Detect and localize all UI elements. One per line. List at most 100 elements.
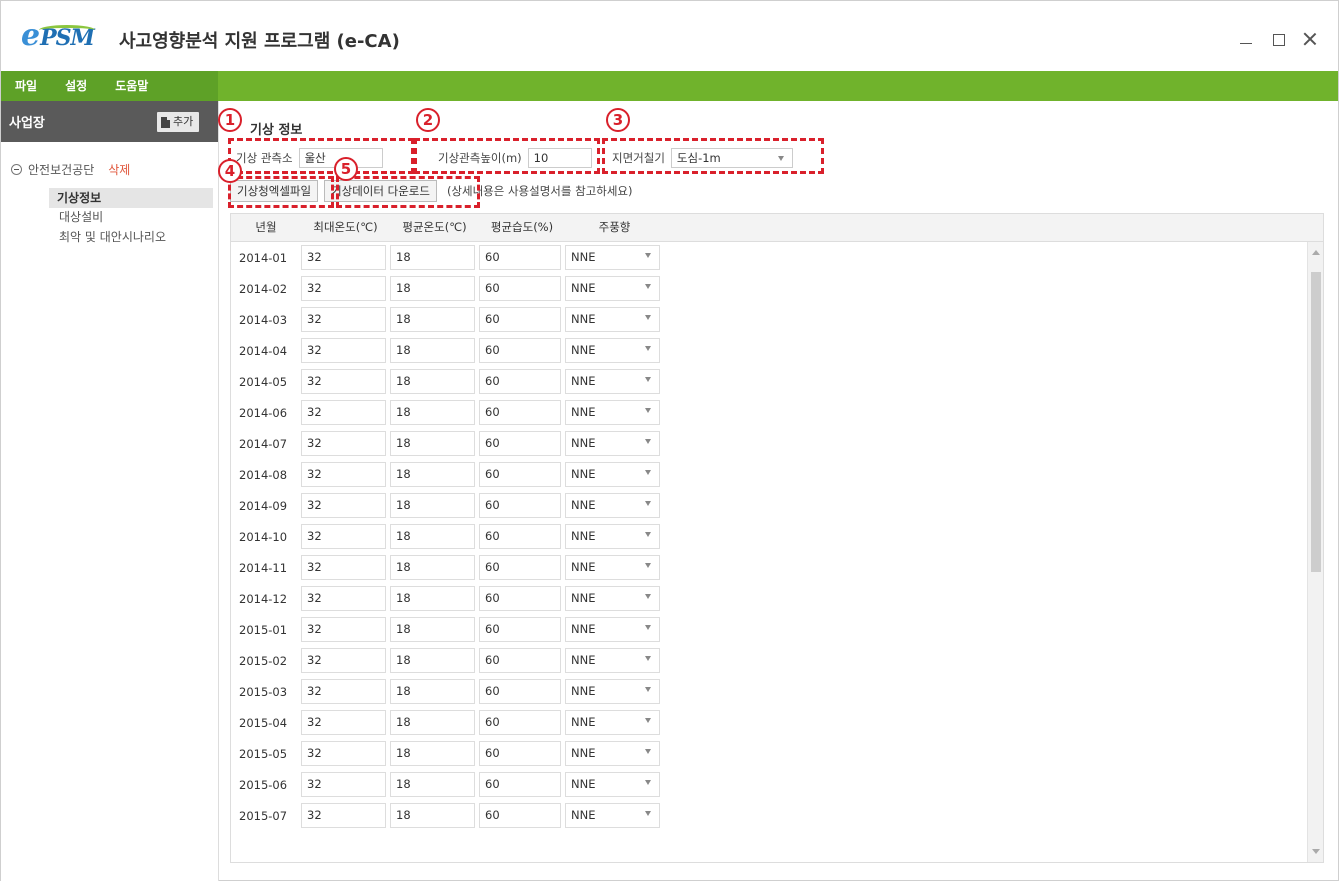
cell-wind-select[interactable]: NNE <box>565 617 660 642</box>
cell-wind-select[interactable]: NNE <box>565 493 660 518</box>
sidebar-item-weather[interactable]: 기상정보 <box>49 188 213 208</box>
cell-wind-select[interactable]: NNE <box>565 369 660 394</box>
scroll-thumb[interactable] <box>1311 272 1321 572</box>
add-button[interactable]: 추가 <box>157 112 200 132</box>
cell-max-temp-input[interactable]: 32 <box>301 741 386 766</box>
cell-humidity-input[interactable]: 60 <box>479 400 561 425</box>
cell-wind-select[interactable]: NNE <box>565 400 660 425</box>
cell-humidity-input[interactable]: 60 <box>479 369 561 394</box>
scroll-up-icon[interactable] <box>1312 250 1320 255</box>
cell-humidity-input[interactable]: 60 <box>479 462 561 487</box>
cell-wind-select[interactable]: NNE <box>565 276 660 301</box>
menu-settings[interactable]: 설정 <box>51 71 101 101</box>
cell-max-temp-input[interactable]: 32 <box>301 617 386 642</box>
cell-max-temp-input[interactable]: 32 <box>301 369 386 394</box>
cell-humidity-input[interactable]: 60 <box>479 493 561 518</box>
cell-max-temp-input[interactable]: 32 <box>301 400 386 425</box>
cell-max-temp-input[interactable]: 32 <box>301 710 386 735</box>
cell-avg-temp-input[interactable]: 18 <box>390 245 475 270</box>
cell-max-temp-input[interactable]: 32 <box>301 803 386 828</box>
cell-avg-temp-input[interactable]: 18 <box>390 710 475 735</box>
cell-max-temp-input[interactable]: 32 <box>301 338 386 363</box>
cell-humidity-input[interactable]: 60 <box>479 338 561 363</box>
scroll-down-icon[interactable] <box>1312 849 1320 854</box>
cell-humidity-input[interactable]: 60 <box>479 555 561 580</box>
cell-avg-temp-input[interactable]: 18 <box>390 648 475 673</box>
cell-wind-select[interactable]: NNE <box>565 648 660 673</box>
sidebar-item-scenario[interactable]: 최악 및 대안시나리오 <box>51 227 174 247</box>
cell-max-temp-input[interactable]: 32 <box>301 772 386 797</box>
cell-avg-temp-input[interactable]: 18 <box>390 431 475 456</box>
cell-max-temp-input[interactable]: 32 <box>301 524 386 549</box>
cell-max-temp-input[interactable]: 32 <box>301 307 386 332</box>
delete-link[interactable]: 삭제 <box>108 161 130 178</box>
cell-wind-select[interactable]: NNE <box>565 586 660 611</box>
collapse-icon[interactable] <box>11 164 22 175</box>
cell-avg-temp-input[interactable]: 18 <box>390 462 475 487</box>
cell-humidity-input[interactable]: 60 <box>479 307 561 332</box>
cell-year-month: 2015-07 <box>239 808 288 823</box>
sidebar-item-equipment[interactable]: 대상설비 <box>51 207 111 227</box>
cell-avg-temp-input[interactable]: 18 <box>390 307 475 332</box>
cell-wind-select[interactable]: NNE <box>565 524 660 549</box>
cell-humidity-input[interactable]: 60 <box>479 741 561 766</box>
cell-avg-temp-input[interactable]: 18 <box>390 369 475 394</box>
cell-wind-select[interactable]: NNE <box>565 741 660 766</box>
cell-humidity-input[interactable]: 60 <box>479 772 561 797</box>
cell-max-temp-input[interactable]: 32 <box>301 555 386 580</box>
cell-wind-select[interactable]: NNE <box>565 772 660 797</box>
cell-max-temp-input[interactable]: 32 <box>301 493 386 518</box>
cell-wind-select[interactable]: NNE <box>565 679 660 704</box>
cell-humidity-input[interactable]: 60 <box>479 648 561 673</box>
cell-avg-temp-input[interactable]: 18 <box>390 741 475 766</box>
cell-avg-temp-input[interactable]: 18 <box>390 772 475 797</box>
cell-humidity-input[interactable]: 60 <box>479 431 561 456</box>
cell-max-temp-input[interactable]: 32 <box>301 462 386 487</box>
cell-avg-temp-input[interactable]: 18 <box>390 524 475 549</box>
callout-number-1: 1 <box>218 108 242 132</box>
cell-humidity-input[interactable]: 60 <box>479 617 561 642</box>
cell-max-temp-input[interactable]: 32 <box>301 276 386 301</box>
cell-avg-temp-input[interactable]: 18 <box>390 617 475 642</box>
cell-avg-temp-input[interactable]: 18 <box>390 400 475 425</box>
cell-avg-temp-input[interactable]: 18 <box>390 555 475 580</box>
table-row: 2015-04 32 18 60 NNE <box>231 707 1309 738</box>
cell-wind-select[interactable]: NNE <box>565 338 660 363</box>
cell-max-temp-input[interactable]: 32 <box>301 245 386 270</box>
cell-avg-temp-input[interactable]: 18 <box>390 276 475 301</box>
table-row: 2015-06 32 18 60 NNE <box>231 769 1309 800</box>
close-icon[interactable] <box>1302 31 1318 47</box>
cell-wind-select[interactable]: NNE <box>565 710 660 735</box>
cell-max-temp-input[interactable]: 32 <box>301 431 386 456</box>
cell-wind-select[interactable]: NNE <box>565 462 660 487</box>
cell-wind-select[interactable]: NNE <box>565 431 660 456</box>
cell-humidity-input[interactable]: 60 <box>479 276 561 301</box>
tree-root-item[interactable]: 안전보건공단 삭제 <box>11 161 130 178</box>
cell-wind-select[interactable]: NNE <box>565 555 660 580</box>
cell-humidity-input[interactable]: 60 <box>479 710 561 735</box>
cell-avg-temp-input[interactable]: 18 <box>390 586 475 611</box>
cell-max-temp-input[interactable]: 32 <box>301 586 386 611</box>
cell-humidity-input[interactable]: 60 <box>479 524 561 549</box>
cell-humidity-input[interactable]: 60 <box>479 803 561 828</box>
table-row: 2014-05 32 18 60 NNE <box>231 366 1309 397</box>
cell-max-temp-input[interactable]: 32 <box>301 648 386 673</box>
cell-max-temp-input[interactable]: 32 <box>301 679 386 704</box>
vertical-scrollbar[interactable] <box>1307 242 1323 862</box>
cell-wind-select[interactable]: NNE <box>565 803 660 828</box>
menu-file[interactable]: 파일 <box>1 71 51 101</box>
table-header: 년월 최대온도(℃) 평균온도(℃) 평균습도(%) 주풍향 <box>231 214 1323 242</box>
menu-help[interactable]: 도움말 <box>101 71 162 101</box>
maximize-icon[interactable] <box>1270 31 1286 47</box>
cell-humidity-input[interactable]: 60 <box>479 679 561 704</box>
cell-humidity-input[interactable]: 60 <box>479 245 561 270</box>
cell-avg-temp-input[interactable]: 18 <box>390 493 475 518</box>
cell-avg-temp-input[interactable]: 18 <box>390 679 475 704</box>
cell-avg-temp-input[interactable]: 18 <box>390 803 475 828</box>
header-wind: 주풍향 <box>598 220 631 234</box>
cell-humidity-input[interactable]: 60 <box>479 586 561 611</box>
minimize-icon[interactable] <box>1238 31 1254 47</box>
cell-wind-select[interactable]: NNE <box>565 245 660 270</box>
cell-wind-select[interactable]: NNE <box>565 307 660 332</box>
cell-avg-temp-input[interactable]: 18 <box>390 338 475 363</box>
